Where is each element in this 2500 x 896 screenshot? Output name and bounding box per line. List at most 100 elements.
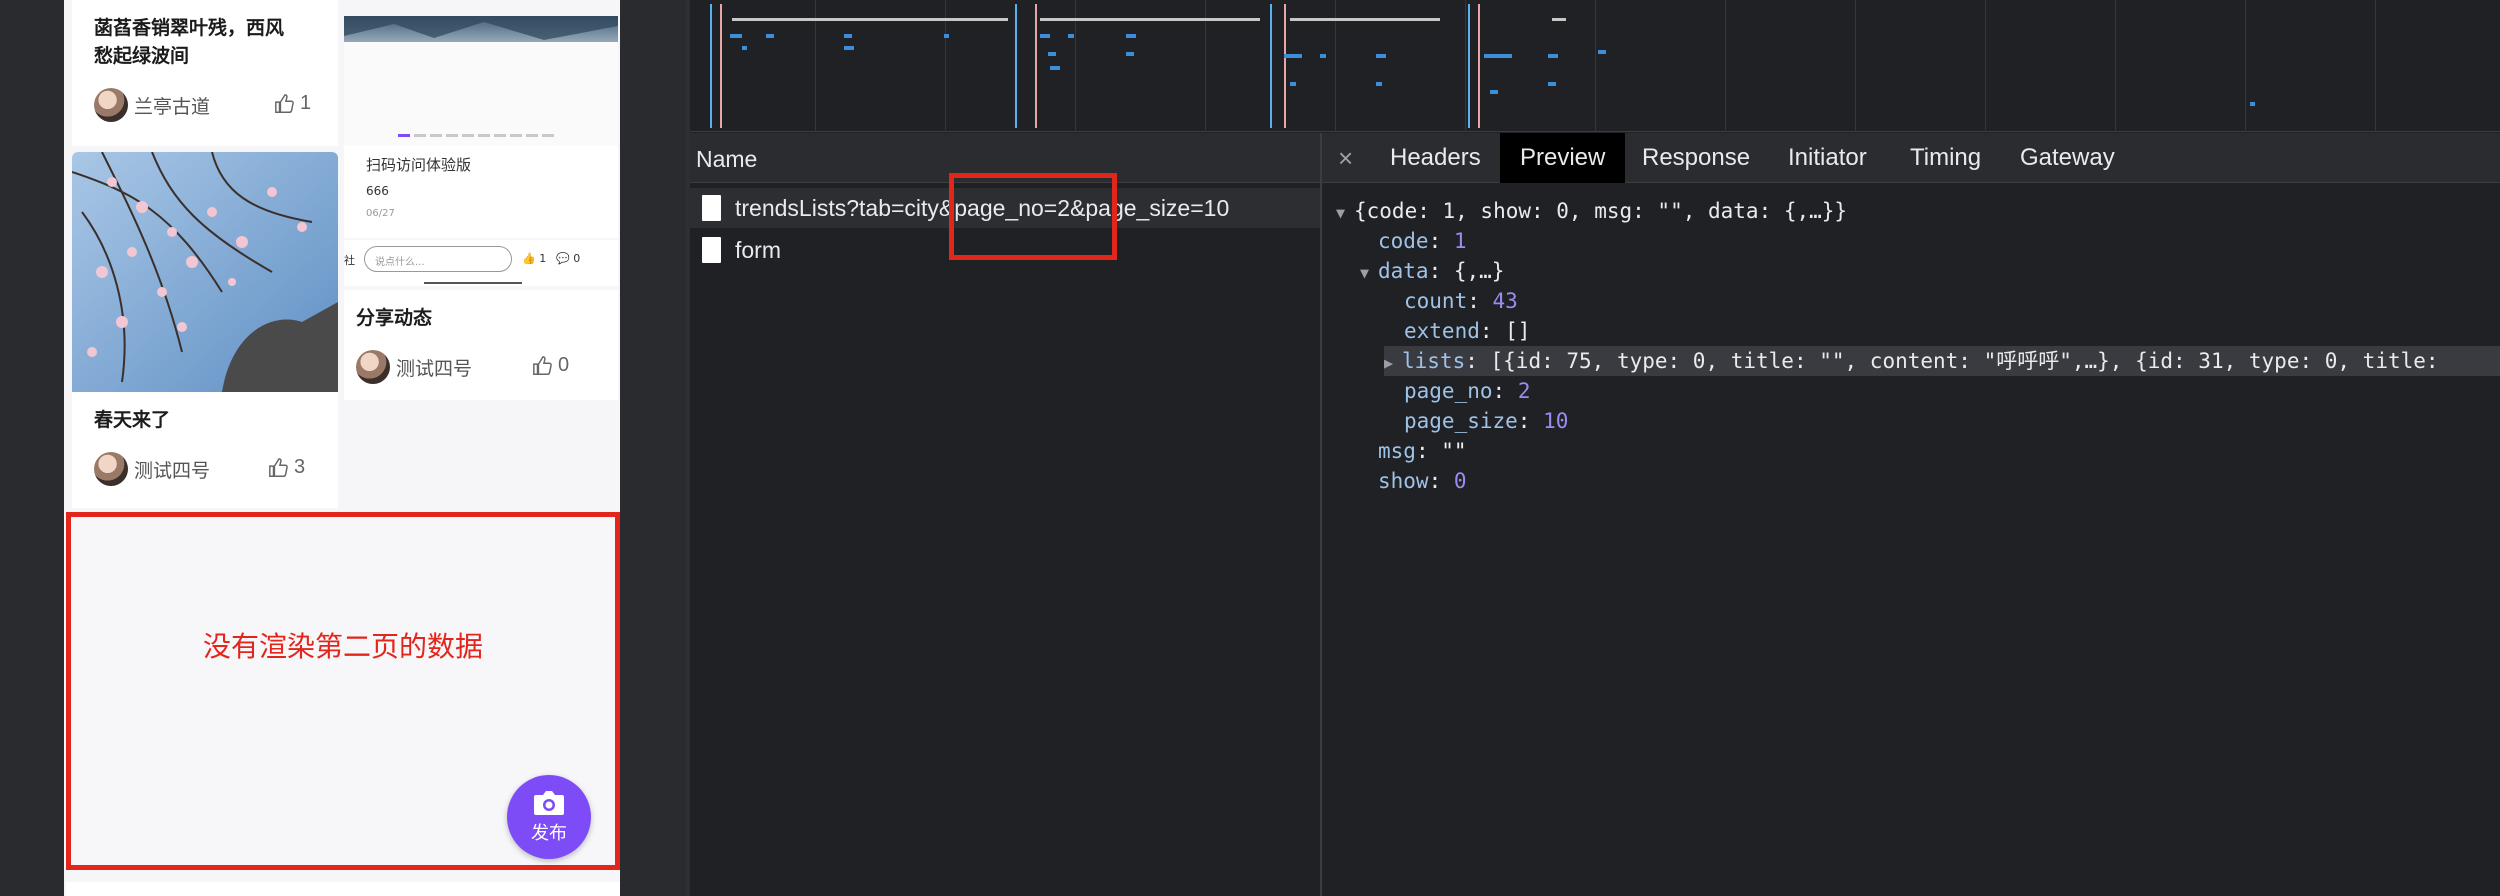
json-key: lists (1402, 349, 1466, 373)
timeline-grid (1595, 0, 1596, 132)
json-value: [] (1505, 319, 1531, 343)
json-root[interactable]: ▼ {code: 1, show: 0, msg: "", data: {,…}} (1336, 196, 1847, 226)
timeline-dot (730, 34, 742, 38)
post-title: 菡萏香销翠叶残，西风 (94, 17, 285, 39)
right-gutter (620, 0, 686, 896)
mini-date: 06/27 (366, 208, 395, 219)
post-title: 春天来了 (94, 409, 171, 431)
json-key: show (1378, 469, 1429, 493)
json-extend: extend: [] (1404, 319, 1531, 343)
json-key: count (1404, 289, 1468, 313)
publish-label: 发布 (531, 823, 567, 844)
timeline-marker (1468, 4, 1470, 128)
mini-comment-placeholder: 说点什么... (375, 257, 425, 268)
cherry-blossom-image (72, 152, 338, 392)
post-card-4[interactable]: 春天来了 测试四号 3 (72, 392, 338, 508)
json-value: 1 (1453, 229, 1467, 253)
json-preview: ▼ {code: 1, show: 0, msg: "", data: {,…}}… (1322, 184, 2500, 896)
json-value: 2 (1517, 379, 1531, 403)
like-button[interactable]: 0 (532, 354, 569, 377)
post-title-line2: 愁起绿波间 (94, 45, 190, 67)
tab-headers[interactable]: Headers (1370, 133, 1501, 183)
json-data[interactable]: ▼ data: {,…} (1360, 256, 1504, 286)
timeline-dot (1598, 50, 1606, 54)
avatar (94, 452, 128, 486)
timeline-grid (2245, 0, 2246, 132)
post-card-2-image[interactable] (344, 16, 618, 146)
tab-timing[interactable]: Timing (1890, 133, 2001, 183)
post-author[interactable]: 测试四号 (94, 452, 210, 486)
post-card-3[interactable]: 分享动态 测试四号 0 (344, 290, 618, 400)
timeline-grid (1855, 0, 1856, 132)
tab-preview[interactable]: Preview (1500, 133, 1626, 183)
timeline-dot (1048, 52, 1056, 56)
name-column-label: Name (696, 146, 758, 172)
timeline-bar (732, 18, 1008, 21)
post-author[interactable]: 测试四号 (356, 350, 472, 384)
like-count: 0 (558, 354, 570, 376)
like-count: 1 (300, 92, 312, 114)
like-button[interactable]: 3 (268, 456, 305, 479)
json-value: 43 (1492, 289, 1518, 313)
json-value: 0 (1453, 469, 1467, 493)
tab-response[interactable]: Response (1622, 133, 1770, 183)
post-card-1[interactable]: 菡萏香销翠叶残，西风 愁起绿波间 兰亭古道 1 (72, 0, 338, 146)
mini-comment-input: 说点什么... (364, 246, 512, 272)
timeline-dot (1284, 54, 1302, 58)
tab-gateway[interactable]: Gateway (2000, 133, 2135, 183)
timeline-dot (1376, 54, 1386, 58)
timeline-grid (1465, 0, 1466, 132)
request-list: trendsLists?tab=city&page_no=2&page_size… (690, 184, 1320, 896)
post-card-blossom-image[interactable] (72, 152, 338, 392)
camera-icon (534, 791, 564, 815)
post-title: 分享动态 (356, 307, 433, 329)
thumbs-up-icon (269, 457, 288, 477)
tab-initiator[interactable]: Initiator (1768, 133, 1887, 183)
timeline-marker (1035, 4, 1037, 128)
timeline-dot (844, 46, 854, 50)
json-page-size: page_size: 10 (1404, 409, 1569, 433)
json-value: [{id: 75, type: 0, title: "", content: "… (1490, 349, 2439, 373)
mini-comment-bar: 社 说点什么... 👍 1 💬 0 (344, 240, 618, 286)
timeline-dot (1068, 34, 1074, 38)
page-no-highlight (949, 173, 1117, 260)
like-button[interactable]: 1 (274, 92, 311, 115)
timeline-bar (1040, 18, 1260, 21)
timeline-dot (1290, 82, 1296, 86)
detail-tabs: × Headers Preview Response Initiator Tim… (1322, 133, 2500, 183)
snow-landscape-image (344, 16, 618, 146)
json-lists[interactable]: ▶ lists: [{id: 75, type: 0, title: "", co… (1384, 346, 2500, 376)
author-name: 兰亭古道 (134, 95, 211, 118)
json-code: code: 1 (1378, 229, 1467, 253)
timeline-bar (1290, 18, 1440, 21)
mini-like-count: 1 (539, 252, 547, 265)
post-author[interactable]: 兰亭古道 (94, 88, 210, 122)
timeline-dot (2250, 102, 2255, 106)
json-key: extend (1404, 319, 1480, 343)
timeline-dot (1320, 54, 1326, 58)
timeline-dot (1126, 34, 1136, 38)
json-key: data (1378, 259, 1429, 283)
timeline-dot (1484, 54, 1512, 58)
publish-button[interactable]: 发布 (507, 775, 591, 859)
json-key: msg (1378, 439, 1416, 463)
json-show: show: 0 (1378, 469, 1467, 493)
timeline-dot (944, 34, 949, 38)
close-icon[interactable]: × (1338, 143, 1353, 174)
network-timeline[interactable] (690, 0, 2500, 132)
json-key: page_no (1404, 379, 1493, 403)
mini-comment-count: 0 (573, 252, 581, 265)
next-card-edge (66, 882, 620, 896)
timeline-grid (2115, 0, 2116, 132)
timeline-marker (1270, 4, 1272, 128)
timeline-marker (710, 4, 712, 128)
timeline-grid (1985, 0, 1986, 132)
timeline-dot (1548, 54, 1558, 58)
timeline-dot (742, 46, 747, 50)
mini-comment: 💬 0 (556, 252, 581, 265)
avatar (94, 88, 128, 122)
avatar (356, 350, 390, 384)
document-icon (702, 195, 721, 221)
json-page-no: page_no: 2 (1404, 379, 1531, 403)
timeline-dot (1490, 90, 1498, 94)
